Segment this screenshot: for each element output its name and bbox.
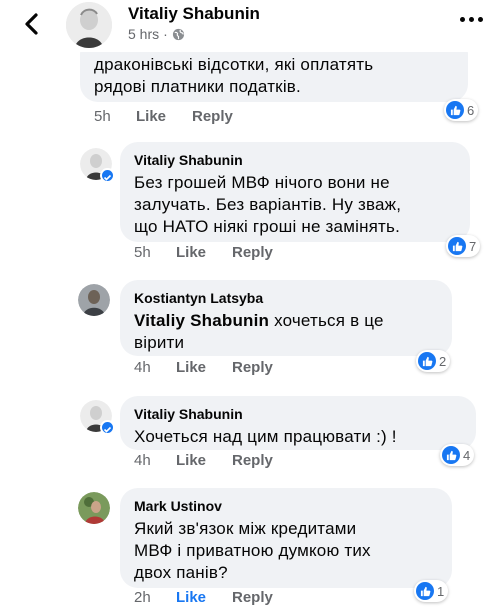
comment-text-line: Який зв'язок між кредитами: [134, 519, 357, 538]
globe-icon: [172, 28, 184, 40]
like-button[interactable]: Like: [176, 452, 232, 469]
reaction-count[interactable]: 6: [444, 99, 479, 121]
like-button[interactable]: Like: [176, 589, 232, 606]
comment-actions: 4h Like Reply: [134, 452, 273, 469]
reply-button[interactable]: Reply: [232, 359, 273, 376]
like-icon: [418, 352, 436, 370]
commenter-name[interactable]: Mark Ustinov: [134, 497, 452, 515]
verified-badge-icon: [100, 420, 115, 435]
commenter-name[interactable]: Vitaliy Shabunin: [134, 405, 476, 423]
comment-text-line: рядові платники податків.: [94, 77, 301, 96]
comment-time: 5h: [134, 244, 151, 261]
comment-text-line: МВФ і приватною думкою тих: [134, 541, 371, 560]
like-icon: [416, 582, 434, 600]
comment-actions: 2h Like Reply: [134, 589, 273, 606]
comment-text-line: Vitaliy Shabunin хочеться в це: [134, 311, 384, 330]
like-button[interactable]: Like: [176, 244, 232, 261]
comment-text-line: залучать. Без варіантів. Ну зваж,: [134, 195, 402, 214]
comment-bubble: Kostiantyn Latsyba Vitaliy Shabunin хоче…: [120, 280, 452, 356]
commenter-avatar[interactable]: [78, 284, 110, 316]
comment-actions: 4h Like Reply: [134, 359, 273, 376]
commenter-name[interactable]: Kostiantyn Latsyba: [134, 289, 452, 307]
comment-actions: 5h Like Reply: [134, 244, 273, 261]
comment-text-line: драконівські відсотки, які оплатять: [94, 55, 374, 74]
comment-text-line: Хочеться над цим працювати :) !: [134, 427, 397, 446]
more-options-icon[interactable]: [460, 17, 484, 25]
like-icon: [448, 237, 466, 255]
comment-text-line: вірити: [134, 333, 185, 352]
meta-separator: ·: [163, 26, 168, 42]
reaction-count[interactable]: 4: [440, 444, 475, 466]
reply-button[interactable]: Reply: [232, 589, 273, 606]
author-avatar[interactable]: [66, 2, 112, 48]
comment-text-line: Без грошей МВФ нічого вони не: [134, 173, 390, 192]
post-header: Vitaliy Shabunin 5 hrs ·: [0, 0, 498, 52]
comment-time: 4h: [134, 359, 151, 376]
comment-bubble: Mark Ustinov Який зв'язок між кредитами …: [120, 488, 452, 588]
reply-button[interactable]: Reply: [232, 244, 273, 261]
reaction-count[interactable]: 7: [446, 235, 481, 257]
like-icon: [442, 446, 460, 464]
reaction-count[interactable]: 2: [416, 350, 451, 372]
like-button[interactable]: Like: [136, 108, 192, 125]
commenter-avatar[interactable]: [80, 148, 115, 183]
comment-time: 5h: [94, 108, 111, 125]
verified-badge-icon: [100, 168, 115, 183]
post-time: 5 hrs: [128, 26, 160, 42]
like-button[interactable]: Like: [176, 359, 232, 376]
comment-bubble: Vitaliy Shabunin Хочеться над цим працюв…: [120, 396, 476, 450]
comment-time: 2h: [134, 589, 151, 606]
commenter-name[interactable]: Vitaliy Shabunin: [134, 151, 470, 169]
comment-text-line: що НАТО ніякі гроші не замінять.: [134, 217, 401, 236]
comment-bubble: Vitaliy Shabunin Без грошей МВФ нічого в…: [120, 142, 470, 242]
commenter-avatar[interactable]: [78, 492, 110, 524]
post-meta: 5 hrs ·: [128, 26, 185, 42]
commenter-avatar[interactable]: [80, 400, 115, 435]
reaction-count[interactable]: 1: [414, 580, 449, 602]
mention-link[interactable]: Vitaliy Shabunin: [134, 311, 269, 330]
comment-time: 4h: [134, 452, 151, 469]
back-arrow-icon[interactable]: [18, 8, 46, 40]
reply-button[interactable]: Reply: [232, 452, 273, 469]
reply-button[interactable]: Reply: [192, 108, 233, 125]
like-icon: [446, 101, 464, 119]
comment-text-line: двох панів?: [134, 563, 228, 582]
author-name[interactable]: Vitaliy Shabunin: [128, 4, 260, 24]
comment-actions: 5h Like Reply: [94, 108, 233, 125]
